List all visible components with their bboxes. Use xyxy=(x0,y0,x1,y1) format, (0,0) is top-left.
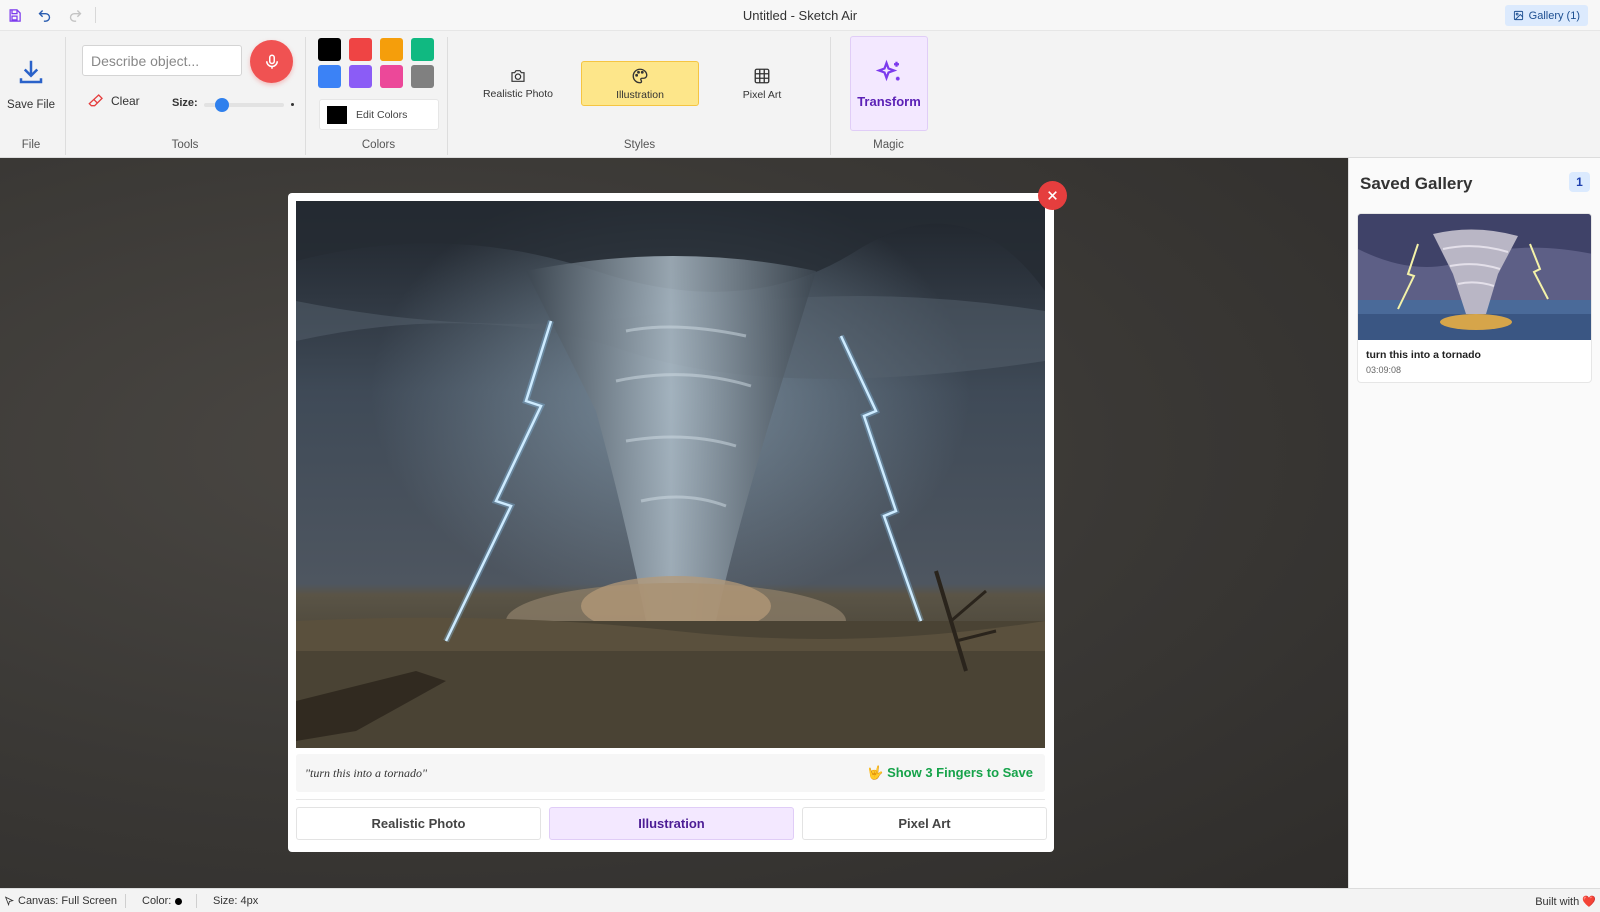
style-illustration-button[interactable]: Illustration xyxy=(581,61,699,106)
color-swatch-red[interactable] xyxy=(349,38,372,61)
group-separator xyxy=(65,37,66,155)
describe-object-input[interactable] xyxy=(82,45,242,76)
modal-style-realistic-photo[interactable]: Realistic Photo xyxy=(296,807,541,840)
group-label-magic: Magic xyxy=(873,139,904,151)
edit-colors-label: Edit Colors xyxy=(356,108,408,121)
gallery-button[interactable]: Gallery (1) xyxy=(1504,5,1588,26)
group-label-file: File xyxy=(21,139,41,151)
prompt-caption: "turn this into a tornado" xyxy=(305,766,428,780)
color-swatch-purple[interactable] xyxy=(349,65,372,88)
brush-size-slider[interactable] xyxy=(204,98,284,112)
title-bar: Untitled - Sketch Air Gallery (1) xyxy=(0,0,1600,31)
status-separator xyxy=(125,894,126,908)
sparkles-icon xyxy=(875,59,900,82)
eraser-icon xyxy=(88,94,103,107)
caption-bar: "turn this into a tornado" 🤟 Show 3 Fing… xyxy=(296,754,1045,792)
status-canvas-text: Canvas: Full Screen xyxy=(18,895,118,907)
close-modal-button[interactable] xyxy=(1038,181,1067,210)
microphone-button[interactable] xyxy=(250,40,293,83)
window-title: Untitled - Sketch Air xyxy=(742,8,858,23)
palette-icon xyxy=(632,68,648,83)
color-swatch-green[interactable] xyxy=(411,38,434,61)
style-realistic-photo-button[interactable]: Realistic Photo xyxy=(459,61,577,106)
save-file-button[interactable]: Save File xyxy=(6,57,56,111)
gallery-thumbnail xyxy=(1358,214,1591,340)
cursor-icon xyxy=(4,896,14,906)
color-swatch-gray[interactable] xyxy=(411,65,434,88)
gallery-item-title: turn this into a tornado xyxy=(1366,349,1481,361)
current-color-swatch xyxy=(327,105,347,124)
status-bar: Canvas: Full Screen Color: Size: 4px Bui… xyxy=(0,888,1600,912)
drawing-canvas[interactable]: "turn this into a tornado" 🤟 Show 3 Fing… xyxy=(0,158,1348,888)
brush-preview-dot xyxy=(291,103,294,106)
modal-style-pixel-art[interactable]: Pixel Art xyxy=(802,807,1047,840)
gallery-button-label: Gallery (1) xyxy=(1528,9,1580,22)
gallery-item[interactable]: turn this into a tornado 03:09:08 xyxy=(1357,213,1592,383)
gallery-item-time: 03:09:08 xyxy=(1366,365,1402,375)
transform-button[interactable]: Transform xyxy=(850,36,928,131)
group-label-styles: Styles xyxy=(623,139,656,151)
style-pixel-art-button[interactable]: Pixel Art xyxy=(703,61,821,106)
group-separator xyxy=(447,37,448,155)
download-icon xyxy=(19,60,43,84)
color-swatch-black[interactable] xyxy=(318,38,341,61)
color-swatch-pink[interactable] xyxy=(380,65,403,88)
modal-style-illustration[interactable]: Illustration xyxy=(549,807,794,840)
status-size: Size: 4px xyxy=(213,895,258,907)
generated-image xyxy=(296,201,1045,748)
clear-label: Clear xyxy=(111,94,140,108)
size-label: Size: xyxy=(172,97,198,109)
gallery-title: Saved Gallery xyxy=(1360,174,1473,193)
style-pixel-art-label: Pixel Art xyxy=(742,88,782,101)
group-label-tools: Tools xyxy=(171,139,199,151)
status-color-dot xyxy=(175,897,183,905)
style-realistic-photo-label: Realistic Photo xyxy=(482,87,554,100)
style-illustration-label: Illustration xyxy=(616,88,664,101)
status-separator xyxy=(196,894,197,908)
status-color: Color: xyxy=(142,895,183,907)
grid-icon xyxy=(754,68,770,83)
close-icon xyxy=(1048,191,1057,200)
clear-button[interactable]: Clear xyxy=(88,93,140,109)
slider-thumb[interactable] xyxy=(215,98,229,112)
status-built-text: Built with ❤️ xyxy=(1535,896,1596,908)
camera-icon xyxy=(511,69,525,82)
result-modal: "turn this into a tornado" 🤟 Show 3 Fing… xyxy=(288,193,1054,852)
status-color-label: Color: xyxy=(142,895,172,907)
color-swatch-orange[interactable] xyxy=(380,38,403,61)
status-built-with: Built with ❤️ xyxy=(1535,895,1596,908)
status-canvas: Canvas: Full Screen xyxy=(4,895,117,907)
ribbon-toolbar: Save File File Clear Size: Tools Edit Co… xyxy=(0,31,1600,158)
transform-label: Transform xyxy=(857,94,921,109)
edit-colors-button[interactable]: Edit Colors xyxy=(319,99,439,130)
group-separator xyxy=(830,37,831,155)
modal-divider xyxy=(296,799,1045,800)
saved-gallery-panel: Saved Gallery 1 turn this into a tornado… xyxy=(1348,158,1600,888)
gallery-count-badge: 1 xyxy=(1569,172,1590,192)
status-size-text: Size: 4px xyxy=(213,895,259,907)
image-icon xyxy=(1513,10,1523,21)
group-label-colors: Colors xyxy=(361,139,396,151)
save-file-label: Save File xyxy=(7,99,55,111)
color-swatch-blue[interactable] xyxy=(318,65,341,88)
save-gesture-hint: 🤟 Show 3 Fingers to Save xyxy=(867,765,1033,780)
group-separator xyxy=(305,37,306,155)
microphone-icon xyxy=(265,54,278,69)
